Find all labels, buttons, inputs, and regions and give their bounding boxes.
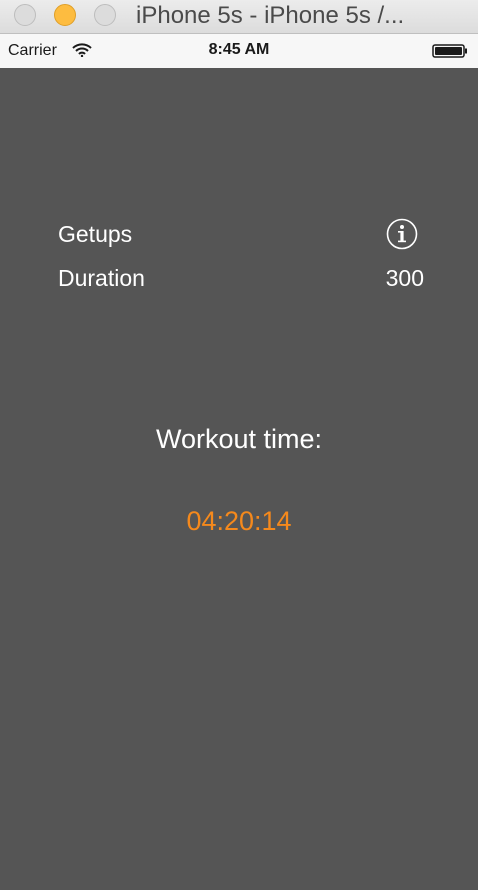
duration-label: Duration <box>58 265 145 291</box>
getups-label: Getups <box>58 221 133 247</box>
window-title: iPhone 5s - iPhone 5s /... <box>136 2 405 29</box>
simulator-window: iPhone 5s - iPhone 5s /... Carrier 8:45 … <box>0 0 478 890</box>
duration-row: Duration 300 <box>58 262 424 294</box>
info-icon[interactable] <box>386 218 418 250</box>
app-content: Getups Duration 300 Workout time: 04:20:… <box>0 68 478 890</box>
zoom-window-button[interactable] <box>94 4 116 26</box>
workout-time-label: Workout time: <box>155 424 323 454</box>
minimize-window-button[interactable] <box>54 4 76 26</box>
battery-icon <box>432 44 467 58</box>
status-time: 8:45 AM <box>208 41 270 58</box>
workout-time-value: 04:20:14 <box>186 506 292 536</box>
ios-status-bar: Carrier 8:45 AM <box>0 34 478 68</box>
duration-value: 300 <box>385 265 424 291</box>
close-window-button[interactable] <box>14 4 36 26</box>
window-titlebar: iPhone 5s - iPhone 5s /... <box>0 0 478 34</box>
getups-row: Getups <box>58 218 424 250</box>
